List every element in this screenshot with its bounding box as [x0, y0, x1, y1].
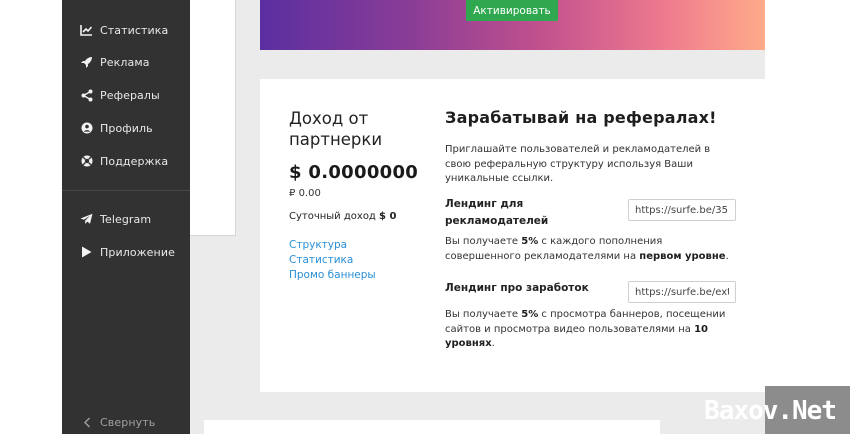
balance-rub: ₽ 0.00: [289, 188, 321, 199]
sidebar-item-label: Реклама: [100, 55, 150, 69]
landing-earnings-label: Лендинг про заработок: [445, 282, 589, 294]
watermark-text: Baxov.Net: [704, 396, 837, 426]
landing-earnings-note: Вы получаете 5% с просмотра баннеров, по…: [445, 309, 726, 349]
sidebar: Статистика Реклама Рефералы Профиль Подд…: [62, 0, 190, 434]
play-icon: [80, 246, 93, 259]
sidebar-divider: [62, 190, 190, 191]
lifebuoy-icon: [80, 155, 93, 168]
rub-value: 0.00: [298, 188, 321, 199]
sidebar-item-label: Поддержка: [100, 154, 169, 168]
right-gutter: [765, 0, 850, 434]
balance-usd: $ 0.0000000: [289, 162, 419, 183]
link-promo-banners[interactable]: Промо баннеры: [289, 269, 376, 281]
sidebar-item-label: Статистика: [100, 23, 169, 37]
referral-description: Приглашайте пользователей и рекламодател…: [445, 144, 711, 184]
sidebar-item-label: Telegram: [100, 212, 152, 226]
sidebar-item-label: Рефералы: [100, 88, 160, 102]
sidebar-item-support[interactable]: Поддержка: [62, 148, 190, 174]
page: Статистика Реклама Рефералы Профиль Подд…: [0, 0, 850, 434]
activate-button[interactable]: Активировать: [466, 0, 558, 21]
sidebar-collapse-label: Свернуть: [100, 415, 156, 429]
link-structure[interactable]: Структура: [289, 239, 347, 251]
rocket-icon: [80, 56, 93, 69]
sidebar-item-app[interactable]: Приложение: [62, 239, 190, 265]
left-panel: [190, 0, 236, 236]
daily-income: Суточный доход $ 0: [289, 211, 396, 222]
sidebar-item-telegram[interactable]: Telegram: [62, 206, 190, 232]
chart-line-icon: [80, 24, 93, 37]
sidebar-item-profile[interactable]: Профиль: [62, 115, 190, 141]
link-statistics[interactable]: Статистика: [289, 254, 353, 266]
sidebar-item-label: Профиль: [100, 121, 153, 135]
daily-income-value: $ 0: [379, 211, 397, 222]
user-circle-icon: [80, 122, 93, 135]
landing-advertisers-note: Вы получаете 5% с каждого пополнения сов…: [445, 236, 729, 262]
income-title: Доход от партнерки: [289, 109, 383, 149]
sidebar-item-label: Приложение: [100, 245, 175, 259]
sidebar-item-referrals[interactable]: Рефералы: [62, 82, 190, 108]
chevron-left-icon: [80, 416, 93, 429]
sidebar-item-statistics[interactable]: Статистика: [62, 17, 190, 43]
rub-symbol: ₽: [289, 188, 296, 199]
landing-advertisers-url[interactable]: [628, 199, 736, 221]
landing-earnings-url[interactable]: [628, 281, 736, 303]
sidebar-collapse-button[interactable]: Свернуть: [62, 409, 190, 434]
telegram-icon: [80, 213, 93, 226]
sidebar-item-ads[interactable]: Реклама: [62, 49, 190, 75]
share-icon: [80, 89, 93, 102]
referral-title: Зарабатывай на рефералах!: [445, 108, 717, 127]
daily-income-label: Суточный доход: [289, 211, 376, 222]
landing-advertisers-label: Лендинг для рекламодателей: [445, 198, 549, 227]
